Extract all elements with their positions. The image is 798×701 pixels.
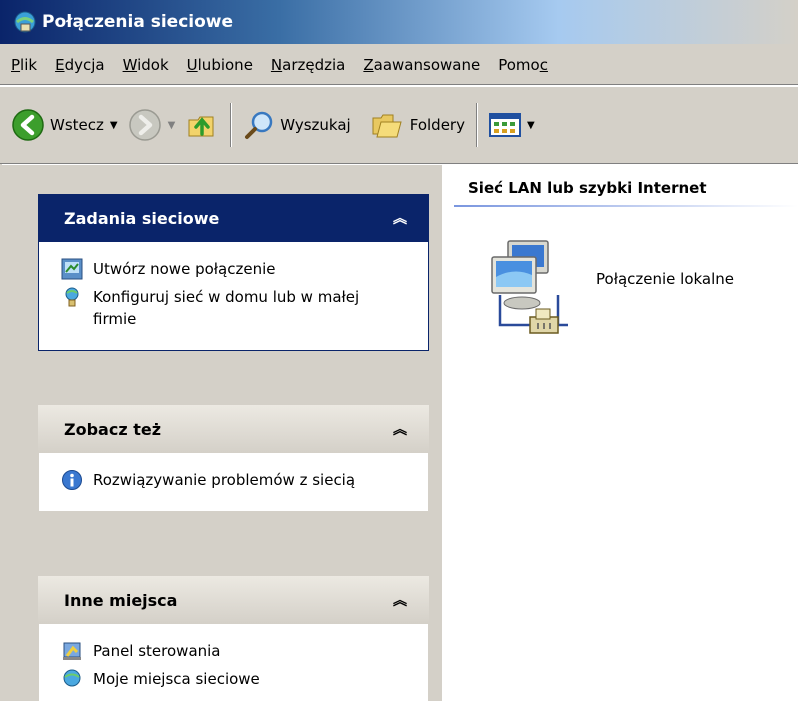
task-control-panel-label: Panel sterowania — [93, 642, 221, 660]
group-divider — [454, 205, 798, 207]
folders-label: Foldery — [409, 116, 465, 134]
network-connections-icon — [14, 11, 36, 33]
menu-edit[interactable]: Edycja — [46, 56, 114, 74]
search-button[interactable]: Wyszukaj — [238, 101, 355, 149]
see-also-body: Rozwiązywanie problemów z siecią — [38, 453, 429, 512]
menu-advanced-label: aawansowane — [373, 55, 481, 74]
folders-button[interactable]: Foldery — [366, 101, 470, 149]
network-tasks-panel: Zadania sieciowe ︽ Utwórz nowe połączeni… — [38, 194, 429, 351]
menu-view-accel: W — [122, 55, 138, 74]
menu-help-accel: c — [539, 55, 548, 74]
views-dropdown-icon[interactable]: ▼ — [527, 120, 535, 131]
other-places-panel: Inne miejsca ︽ Panel sterowania Moje mie… — [38, 576, 429, 701]
views-icon — [488, 113, 521, 137]
network-tasks-body: Utwórz nowe połączenie Konfiguruj sieć w… — [38, 242, 429, 351]
menu-file[interactable]: Plik — [2, 56, 46, 74]
network-tasks-header[interactable]: Zadania sieciowe ︽ — [38, 194, 429, 242]
task-my-network-places[interactable]: Moje miejsca sieciowe — [61, 668, 418, 690]
window-title: Połączenia sieciowe — [42, 12, 234, 32]
folders-icon — [372, 114, 402, 138]
task-troubleshoot-network-label: Rozwiązywanie problemów z siecią — [93, 471, 356, 489]
views-button[interactable]: ▼ — [484, 101, 540, 149]
menu-edit-label: dycja — [64, 55, 105, 74]
task-home-network-wizard-label: Konfiguruj sieć w domu lub w małej firmi… — [93, 288, 360, 328]
menu-advanced[interactable]: Zaawansowane — [354, 56, 489, 74]
menu-help[interactable]: Pomoc — [489, 56, 557, 74]
forward-dropdown-icon[interactable]: ▼ — [168, 120, 176, 131]
task-home-network-wizard[interactable]: Konfiguruj sieć w domu lub w małej firmi… — [61, 286, 418, 330]
collapse-icon[interactable]: ︽ — [393, 419, 407, 439]
task-create-connection-label: Utwórz nowe połączenie — [93, 260, 276, 278]
up-folder-button[interactable] — [180, 101, 224, 149]
back-arrow-icon — [12, 109, 44, 141]
menu-view[interactable]: Widok — [114, 56, 178, 74]
title-bar[interactable]: Połączenia sieciowe — [0, 0, 798, 44]
other-places-header[interactable]: Inne miejsca ︽ — [38, 576, 429, 624]
toolbar: Wstecz ▼ ▼ Wyszukaj Foldery ▼ — [0, 86, 798, 164]
menu-file-label: lik — [20, 55, 38, 74]
folder-up-icon — [188, 116, 214, 137]
menu-help-label: Pomo — [498, 55, 540, 74]
task-troubleshoot-network[interactable]: Rozwiązywanie problemów z siecią — [61, 469, 418, 491]
back-button[interactable]: Wstecz ▼ — [6, 101, 123, 149]
back-label: Wstecz — [50, 116, 104, 134]
menu-tools-label: arzędzia — [282, 55, 346, 74]
other-places-title: Inne miejsca — [64, 590, 178, 610]
home-network-wizard-icon — [65, 287, 79, 307]
menu-favorites-accel: U — [186, 55, 198, 74]
task-control-panel[interactable]: Panel sterowania — [61, 640, 418, 662]
menu-tools-accel: N — [270, 55, 283, 74]
menu-favorites[interactable]: Ulubione — [178, 56, 262, 74]
info-icon — [62, 470, 82, 490]
task-create-connection[interactable]: Utwórz nowe połączenie — [61, 258, 418, 280]
collapse-icon[interactable]: ︽ — [393, 208, 407, 228]
back-dropdown-icon[interactable]: ▼ — [110, 120, 118, 131]
task-pane: Zadania sieciowe ︽ Utwórz nowe połączeni… — [2, 165, 442, 701]
group-header-lan: Sieć LAN lub szybki Internet — [468, 179, 707, 197]
menu-favorites-label: lubione — [197, 55, 253, 74]
see-also-header[interactable]: Zobacz też ︽ — [38, 405, 429, 453]
forward-arrow-icon — [128, 109, 161, 141]
search-icon — [245, 111, 273, 139]
menu-bar: Plik Edycja Widok Ulubione Narzędzia Zaa… — [0, 44, 798, 86]
content-area: Zadania sieciowe ︽ Utwórz nowe połączeni… — [2, 165, 798, 701]
collapse-icon[interactable]: ︽ — [393, 590, 407, 610]
menu-file-accel: P — [11, 55, 21, 74]
see-also-panel: Zobacz też ︽ Rozwiązywanie problemów z s… — [38, 405, 429, 512]
control-panel-icon — [63, 642, 81, 660]
menu-advanced-accel: Z — [363, 55, 374, 74]
menu-edit-accel: E — [55, 55, 65, 74]
connection-label: Połączenie lokalne — [596, 270, 735, 288]
lan-connection-icon — [491, 240, 568, 334]
menu-view-label: idok — [137, 55, 169, 74]
other-places-body: Panel sterowania Moje miejsca sieciowe — [38, 624, 429, 701]
toolbar-separator — [230, 103, 233, 147]
connection-item[interactable]: Połączenie lokalne — [486, 237, 734, 341]
search-label: Wyszukaj — [280, 116, 351, 134]
menu-tools[interactable]: Narzędzia — [262, 56, 354, 74]
new-connection-icon — [61, 258, 83, 280]
see-also-title: Zobacz też — [64, 419, 162, 439]
my-network-places-icon — [63, 669, 81, 687]
forward-button[interactable]: ▼ — [123, 101, 181, 149]
network-tasks-title: Zadania sieciowe — [64, 208, 220, 228]
task-my-network-places-label: Moje miejsca sieciowe — [93, 670, 260, 688]
toolbar-separator-2 — [475, 103, 478, 147]
